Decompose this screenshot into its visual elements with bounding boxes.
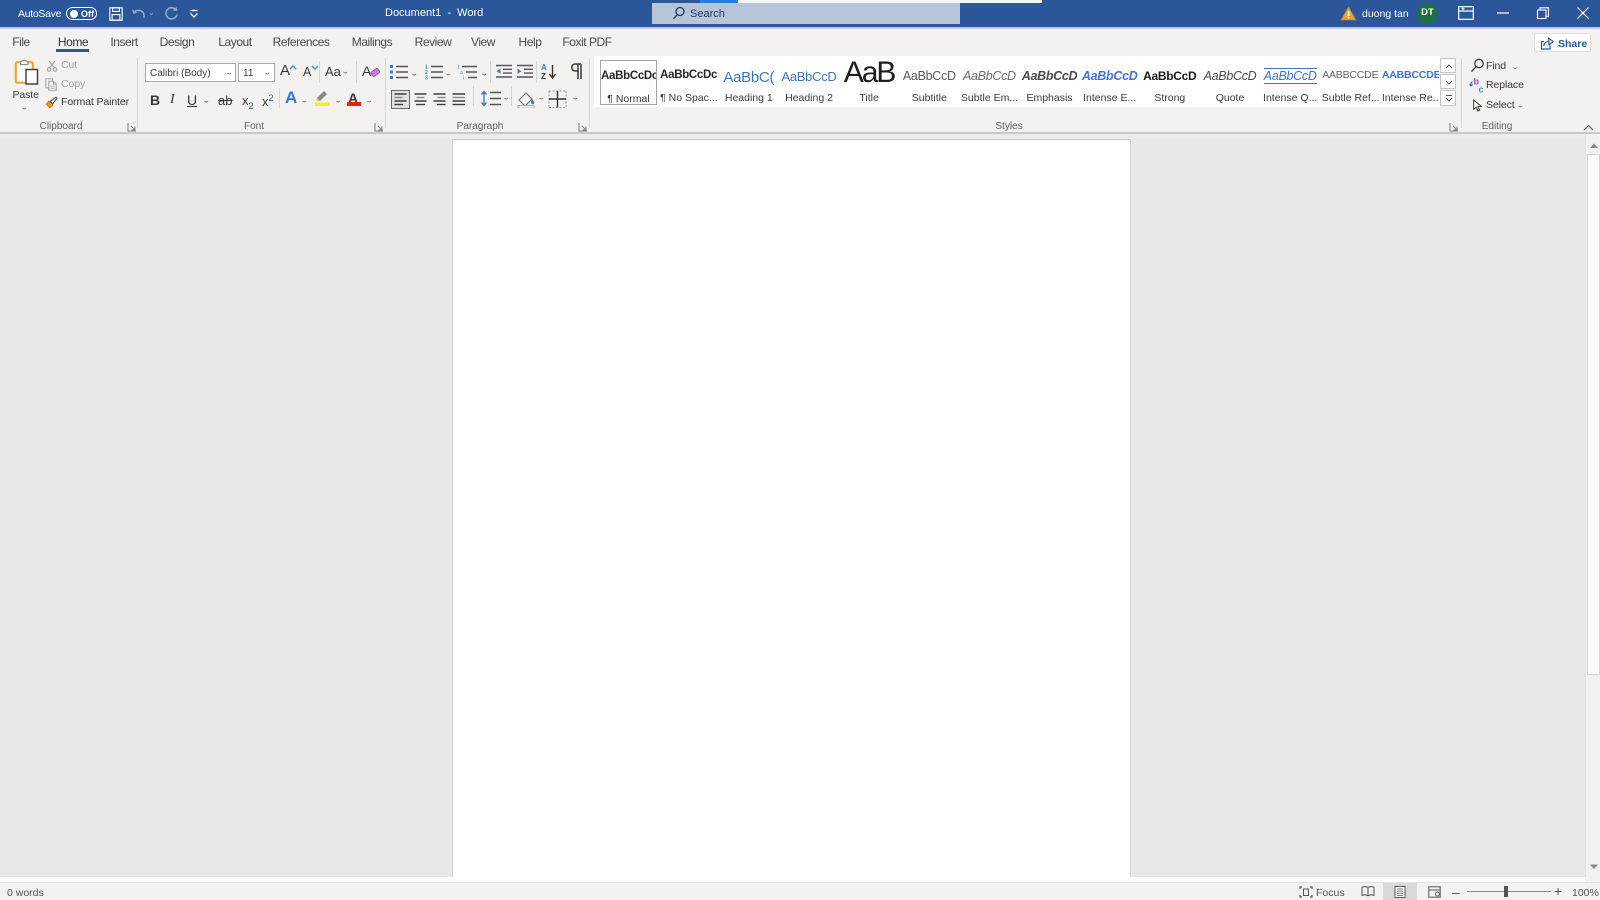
svg-text:Z: Z (541, 72, 546, 81)
svg-text:3: 3 (425, 76, 428, 81)
svg-text:c: c (1479, 85, 1484, 94)
svg-text:A: A (541, 63, 547, 72)
svg-text:i: i (463, 76, 464, 81)
